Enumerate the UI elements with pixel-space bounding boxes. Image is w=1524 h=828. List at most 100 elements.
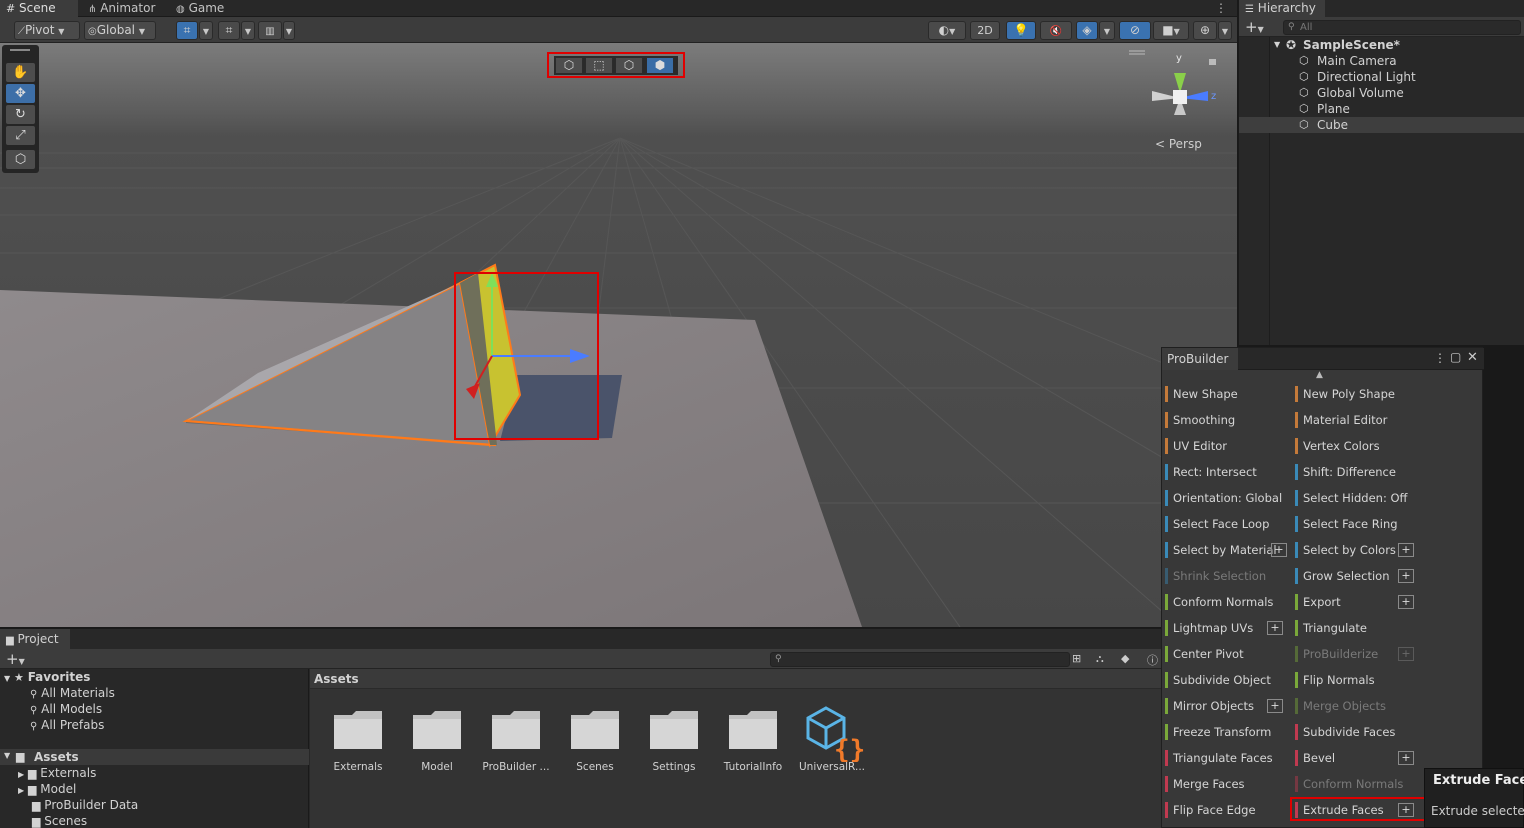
probuilder-action[interactable]: Freeze Transform xyxy=(1165,722,1271,742)
probuilder-action[interactable]: ProBuilderize xyxy=(1295,644,1378,664)
tab-hierarchy[interactable]: ☰ Hierarchy xyxy=(1239,0,1325,17)
hierarchy-item-directional-light[interactable]: ⬡ Directional Light xyxy=(1239,69,1524,85)
edge-mode-button[interactable]: ⬡ xyxy=(615,57,643,74)
probuilder-action[interactable]: Select Hidden: Off xyxy=(1295,488,1407,508)
add-button[interactable]: +▼ xyxy=(1245,18,1264,39)
asset-folder[interactable]: Model xyxy=(399,709,475,773)
ruler-button[interactable]: ▥ xyxy=(258,21,282,40)
probuilder-action[interactable]: Center Pivot xyxy=(1165,644,1244,664)
rotate-tool[interactable]: ↻ xyxy=(6,105,35,124)
grid-snap-button[interactable]: ⌗ xyxy=(176,21,198,40)
asset-folder[interactable]: Scenes xyxy=(557,709,633,773)
tree-folder-item[interactable]: ▶ ▆ Externals xyxy=(18,765,96,781)
gizmos-dropdown[interactable]: ▼ xyxy=(1218,21,1232,40)
probuilder-action[interactable]: Subdivide Object xyxy=(1165,670,1271,690)
export-options-button[interactable]: + xyxy=(1398,595,1414,609)
probuilder-action[interactable]: Shrink Selection xyxy=(1165,566,1266,586)
hierarchy-item-cube[interactable]: ⬡ Cube xyxy=(1239,117,1524,133)
toggle-2d-button[interactable]: 2D xyxy=(970,21,1000,40)
asset-folder[interactable]: Externals xyxy=(320,709,396,773)
project-search-input[interactable]: ⚲ xyxy=(770,652,1070,667)
probuilder-action[interactable]: Triangulate Faces xyxy=(1165,748,1273,768)
assets-root-row[interactable]: ▼ ▆ Assets xyxy=(0,749,309,765)
hand-tool[interactable]: ✋ xyxy=(6,63,35,82)
probuilder-action[interactable]: Orientation: Global xyxy=(1165,488,1282,508)
pivot-dropdown[interactable]: ⟋Pivot ▼ xyxy=(14,21,80,40)
scene-viewport[interactable]: y z < Persp xyxy=(0,43,1237,627)
vertex-mode-button[interactable]: ⬚ xyxy=(585,57,613,74)
assets-breadcrumb[interactable]: Assets xyxy=(310,669,1161,689)
object-mode-button[interactable]: ⬡ xyxy=(555,57,583,74)
probuilder-action[interactable]: Mirror Objects xyxy=(1165,696,1254,716)
label-icon[interactable]: ◆ xyxy=(1121,652,1129,665)
probuilder-action[interactable]: Material Editor xyxy=(1295,410,1387,430)
tab-project[interactable]: ▆ Project xyxy=(0,629,70,649)
probuilder-action[interactable]: Merge Faces xyxy=(1165,774,1245,794)
visibility-toggle[interactable]: ⊘ xyxy=(1119,21,1151,40)
probuilder-action[interactable]: Merge Objects xyxy=(1295,696,1386,716)
effects-toggle[interactable]: ◈ xyxy=(1076,21,1098,40)
tab-probuilder[interactable]: ProBuilder xyxy=(1162,348,1238,370)
favorite-item[interactable]: ⚲ All Models xyxy=(30,701,102,717)
tree-folder-item[interactable]: ▆ ProBuilder Data xyxy=(32,797,138,813)
global-dropdown[interactable]: ◎Global ▼ xyxy=(84,21,156,40)
favorite-item[interactable]: ⚲ All Prefabs xyxy=(30,717,104,733)
gizmos-button[interactable]: ⊕ xyxy=(1193,21,1217,40)
probuilder-action[interactable]: Flip Normals xyxy=(1295,670,1375,690)
hierarchy-item-main-camera[interactable]: ⬡ Main Camera xyxy=(1239,53,1524,69)
probuilder-action[interactable]: Export xyxy=(1295,592,1341,612)
mirror-objects-options-button[interactable]: + xyxy=(1267,699,1283,713)
search-by-type-icon[interactable]: ⊞ xyxy=(1072,652,1081,665)
probuilder-action[interactable]: Bevel xyxy=(1295,748,1335,768)
grow-selection-options-button[interactable]: + xyxy=(1398,569,1414,583)
effects-dropdown[interactable]: ▼ xyxy=(1099,21,1115,40)
probuilder-action[interactable]: Flip Face Edge xyxy=(1165,800,1256,820)
move-tool[interactable]: ✥ xyxy=(6,84,35,103)
probuilder-action[interactable]: Conform Normals xyxy=(1295,774,1403,794)
scroll-up-icon[interactable]: ▲ xyxy=(1316,370,1323,380)
probuilder-action[interactable]: Select Face Ring xyxy=(1295,514,1398,534)
probuilderize-options-button[interactable]: + xyxy=(1398,647,1414,661)
persp-label[interactable]: < Persp xyxy=(1155,137,1202,151)
filter-icon[interactable]: ⛬ xyxy=(1096,652,1104,666)
create-button[interactable]: +▼ xyxy=(6,650,25,671)
tree-folder-item[interactable]: ▆ Scenes xyxy=(32,813,87,828)
probuilder-action[interactable]: Lightmap UVs xyxy=(1165,618,1253,638)
probuilder-action[interactable]: Conform Normals xyxy=(1165,592,1273,612)
probuilder-action[interactable]: Grow Selection xyxy=(1295,566,1389,586)
favorite-item[interactable]: ⚲ All Materials xyxy=(30,685,115,701)
face-mode-button[interactable]: ⬢ xyxy=(646,57,674,74)
lighting-toggle[interactable]: 💡 xyxy=(1006,21,1036,40)
tree-folder-item[interactable]: ▶ ▆ Model xyxy=(18,781,76,797)
ruler-dropdown[interactable]: ▼ xyxy=(283,21,295,40)
favorites-header[interactable]: ▼ ★ Favorites xyxy=(4,669,90,685)
maximize-icon[interactable]: ▢ xyxy=(1450,350,1461,364)
probuilder-action[interactable]: Shift: Difference xyxy=(1295,462,1396,482)
lightmap-uvs-options-button[interactable]: + xyxy=(1267,621,1283,635)
probuilder-action[interactable]: New Shape xyxy=(1165,384,1238,404)
probuilder-action[interactable]: Select by Material xyxy=(1165,540,1277,560)
scale-tool[interactable]: ⤢ xyxy=(6,126,35,145)
scene-root-item[interactable]: ▼ ✪ SampleScene* xyxy=(1239,37,1524,53)
probuilder-action[interactable]: Subdivide Faces xyxy=(1295,722,1395,742)
more-options-icon[interactable]: ⋮ xyxy=(1215,0,1227,17)
asset-folder[interactable]: Settings xyxy=(636,709,712,773)
probuilder-action[interactable]: Rect: Intersect xyxy=(1165,462,1257,482)
camera-dropdown[interactable]: ■▼ xyxy=(1153,21,1189,40)
hierarchy-search-input[interactable]: ⚲ All xyxy=(1283,20,1521,35)
close-icon[interactable]: ✕ xyxy=(1467,350,1478,365)
hierarchy-item-global-volume[interactable]: ⬡ Global Volume xyxy=(1239,85,1524,101)
select-by-material-options-button[interactable]: + xyxy=(1271,543,1287,557)
probuilder-action[interactable]: New Poly Shape xyxy=(1295,384,1395,404)
audio-toggle[interactable]: 🔇 xyxy=(1040,21,1072,40)
asset-pipeline[interactable]: {} UniversalR... xyxy=(794,706,870,773)
hierarchy-item-plane[interactable]: ⬡ Plane xyxy=(1239,101,1524,117)
increment-snap-dropdown[interactable]: ▼ xyxy=(241,21,255,40)
asset-folder[interactable]: ProBuilder ... xyxy=(478,709,554,773)
info-icon[interactable]: ⓘ xyxy=(1147,652,1158,668)
probuilder-action[interactable]: Select by Colors xyxy=(1295,540,1396,560)
tab-game[interactable]: ◍ Game xyxy=(170,0,240,17)
draw-mode-dropdown[interactable]: ◐▼ xyxy=(928,21,966,40)
more-options-icon[interactable]: ⋮ xyxy=(1434,351,1446,365)
probuilder-action[interactable]: Triangulate xyxy=(1295,618,1367,638)
